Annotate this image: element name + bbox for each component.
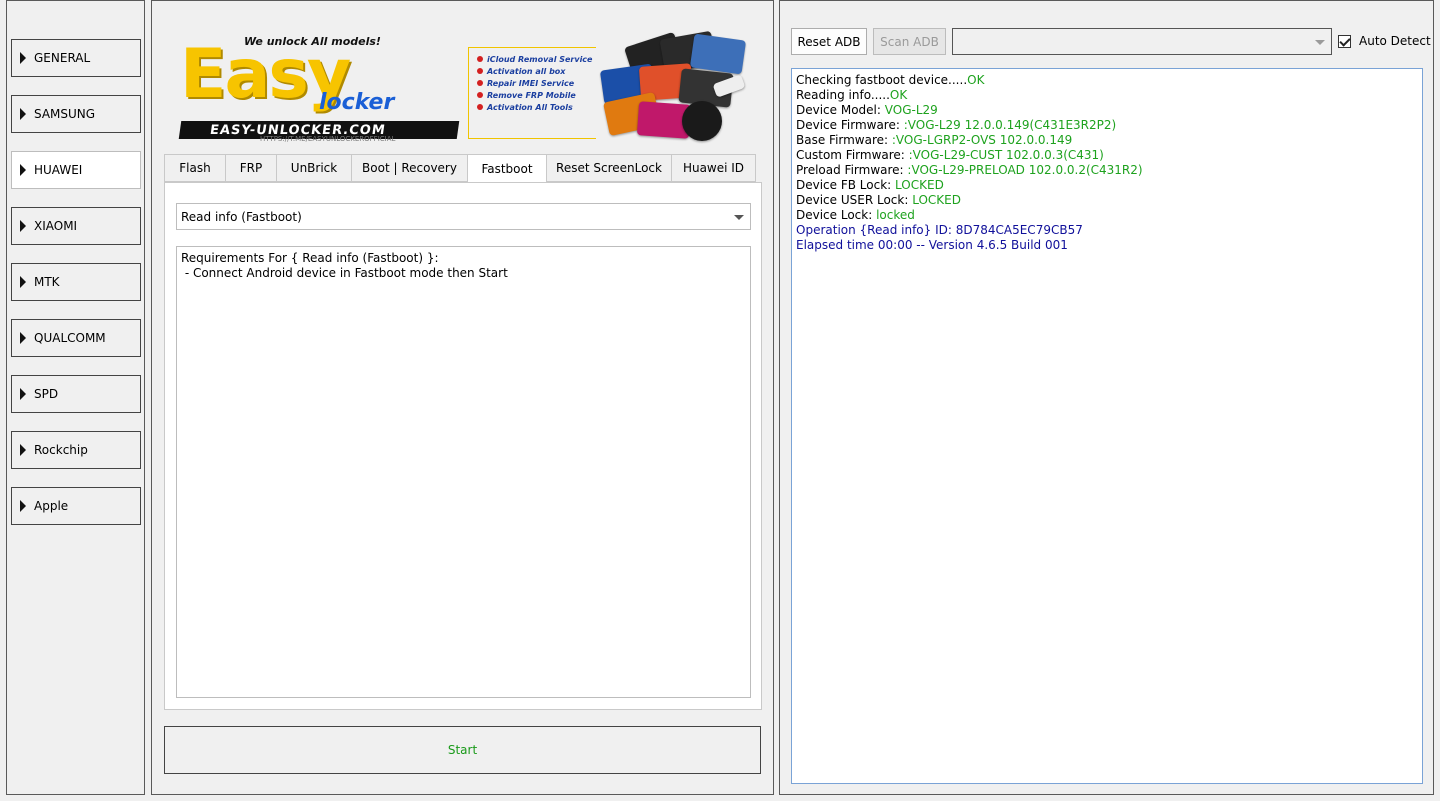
log-line: Custom Firmware: :VOG-L29-CUST 102.0.0.3… bbox=[796, 148, 1418, 163]
left-nav-panel: GENERAL SAMSUNG HUAWEI XIAOMI MTK QUALCO… bbox=[6, 0, 145, 795]
service-item: iCloud Removal Service bbox=[477, 54, 596, 66]
service-item: Activation All Tools bbox=[477, 102, 596, 114]
log-value: :VOG-LGRP2-OVS 102.0.0.149 bbox=[891, 133, 1073, 147]
nav-general[interactable]: GENERAL bbox=[11, 39, 141, 77]
log-value: OK bbox=[889, 88, 908, 102]
log-label: Device Lock: bbox=[796, 208, 877, 222]
tab-fastboot[interactable]: Fastboot bbox=[467, 154, 546, 183]
chevron-down-icon bbox=[1315, 40, 1325, 45]
log-value: :VOG-L29-CUST 102.0.0.3(C431) bbox=[908, 148, 1104, 162]
nav-samsung[interactable]: SAMSUNG bbox=[11, 95, 141, 133]
nav-label: SPD bbox=[34, 387, 59, 401]
nav-label: HUAWEI bbox=[34, 163, 83, 177]
operation-select[interactable]: Read info (Fastboot) bbox=[176, 203, 751, 230]
log-elapsed-time: Elapsed time 00:00 -- Version 4.6.5 Buil… bbox=[796, 238, 1068, 252]
banner-logo-sub: locker bbox=[319, 90, 395, 115]
log-output[interactable]: Checking fastboot device.....OK Reading … bbox=[791, 68, 1423, 784]
log-label: Device USER Lock: bbox=[796, 193, 913, 207]
nav-label: XIAOMI bbox=[34, 219, 78, 233]
nav-label: SAMSUNG bbox=[34, 107, 96, 121]
log-value: LOCKED bbox=[895, 178, 944, 192]
nav-label: Rockchip bbox=[34, 443, 88, 457]
card-shape bbox=[689, 33, 747, 75]
tab-frp[interactable]: FRP bbox=[225, 154, 276, 182]
nav-apple[interactable]: Apple bbox=[11, 487, 141, 525]
log-label: Reading info..... bbox=[796, 88, 890, 102]
tab-unbrick[interactable]: UnBrick bbox=[276, 154, 351, 182]
auto-detect-checkbox[interactable]: Auto Detect bbox=[1338, 34, 1431, 48]
log-value: LOCKED bbox=[912, 193, 961, 207]
log-label: Device Firmware: bbox=[796, 118, 904, 132]
scan-adb-button[interactable]: Scan ADB bbox=[873, 28, 946, 55]
nav-qualcomm[interactable]: QUALCOMM bbox=[11, 319, 141, 357]
card-shape bbox=[682, 101, 722, 141]
banner-services: iCloud Removal Service Activation all bo… bbox=[468, 47, 596, 139]
log-line: Preload Firmware: :VOG-L29-PRELOAD 102.0… bbox=[796, 163, 1418, 178]
log-value: :VOG-L29-PRELOAD 102.0.0.2(C431R2) bbox=[907, 163, 1143, 177]
log-value: VOG-L29 bbox=[884, 103, 938, 117]
expand-arrow-icon bbox=[20, 332, 26, 344]
log-value: :VOG-L29 12.0.0.149(C431E3R2P2) bbox=[903, 118, 1117, 132]
log-line: Device Firmware: :VOG-L29 12.0.0.149(C43… bbox=[796, 118, 1418, 133]
nav-rockchip[interactable]: Rockchip bbox=[11, 431, 141, 469]
nav-label: MTK bbox=[34, 275, 60, 289]
log-line: Device FB Lock: LOCKED bbox=[796, 178, 1418, 193]
reset-adb-button[interactable]: Reset ADB bbox=[791, 28, 867, 55]
log-line: Device Model: VOG-L29 bbox=[796, 103, 1418, 118]
output-panel: Reset ADB Scan ADB Auto Detect Checking … bbox=[779, 0, 1434, 795]
expand-arrow-icon bbox=[20, 388, 26, 400]
log-label: Base Firmware: bbox=[796, 133, 892, 147]
expand-arrow-icon bbox=[20, 108, 26, 120]
chevron-down-icon bbox=[734, 215, 744, 220]
log-label: Preload Firmware: bbox=[796, 163, 908, 177]
nav-label: GENERAL bbox=[34, 51, 91, 65]
operation-select-value: Read info (Fastboot) bbox=[181, 209, 302, 224]
expand-arrow-icon bbox=[20, 52, 26, 64]
log-label: Device FB Lock: bbox=[796, 178, 896, 192]
log-value: OK bbox=[967, 73, 985, 87]
nav-spd[interactable]: SPD bbox=[11, 375, 141, 413]
log-line: Reading info.....OK bbox=[796, 88, 1418, 103]
nav-label: Apple bbox=[34, 499, 69, 513]
gift-cards-image bbox=[596, 30, 756, 143]
log-label: Custom Firmware: bbox=[796, 148, 909, 162]
nav-xiaomi[interactable]: XIAOMI bbox=[11, 207, 141, 245]
log-line: Device Lock: locked bbox=[796, 208, 1418, 223]
expand-arrow-icon bbox=[20, 220, 26, 232]
main-panel: We unlock All models! Easy locker EASY-U… bbox=[151, 0, 774, 795]
service-item: Activation all box bbox=[477, 66, 596, 78]
log-label: Checking fastboot device..... bbox=[796, 73, 968, 87]
auto-detect-label: Auto Detect bbox=[1359, 34, 1431, 48]
nav-label: QUALCOMM bbox=[34, 331, 106, 345]
service-item: Remove FRP Mobile bbox=[477, 90, 596, 102]
fastboot-tab-content: Read info (Fastboot) Requirements For { … bbox=[164, 182, 762, 710]
log-label: Device Model: bbox=[796, 103, 885, 117]
tab-reset-screenlock[interactable]: Reset ScreenLock bbox=[546, 154, 671, 182]
tab-bar: Flash FRP UnBrick Boot | Recovery Fastbo… bbox=[164, 154, 756, 183]
adb-device-combo[interactable] bbox=[952, 28, 1332, 55]
nav-mtk[interactable]: MTK bbox=[11, 263, 141, 301]
service-item: Repair IMEI Service bbox=[477, 78, 596, 90]
tab-boot-recovery[interactable]: Boot | Recovery bbox=[351, 154, 467, 182]
tab-flash[interactable]: Flash bbox=[164, 154, 225, 182]
log-line: Base Firmware: :VOG-LGRP2-OVS 102.0.0.14… bbox=[796, 133, 1418, 148]
expand-arrow-icon bbox=[20, 444, 26, 456]
nav-huawei[interactable]: HUAWEI bbox=[11, 151, 141, 189]
log-operation-id: Operation {Read info} ID: 8D784CA5EC79CB… bbox=[796, 223, 1083, 237]
requirements-textbox[interactable]: Requirements For { Read info (Fastboot) … bbox=[176, 246, 751, 698]
expand-arrow-icon bbox=[20, 500, 26, 512]
log-line: Device USER Lock: LOCKED bbox=[796, 193, 1418, 208]
banner-url: HTTPS://T.ME/EASYUNLOCKEROFFICIAL bbox=[260, 135, 396, 143]
checkbox-checked-icon[interactable] bbox=[1338, 34, 1351, 48]
easy-locker-banner: We unlock All models! Easy locker EASY-U… bbox=[176, 27, 761, 145]
tab-huawei-id[interactable]: Huawei ID bbox=[671, 154, 756, 182]
log-value: locked bbox=[876, 208, 915, 222]
expand-arrow-icon bbox=[20, 164, 26, 176]
expand-arrow-icon bbox=[20, 276, 26, 288]
log-line: Checking fastboot device.....OK bbox=[796, 73, 1418, 88]
start-button[interactable]: Start bbox=[164, 726, 761, 774]
